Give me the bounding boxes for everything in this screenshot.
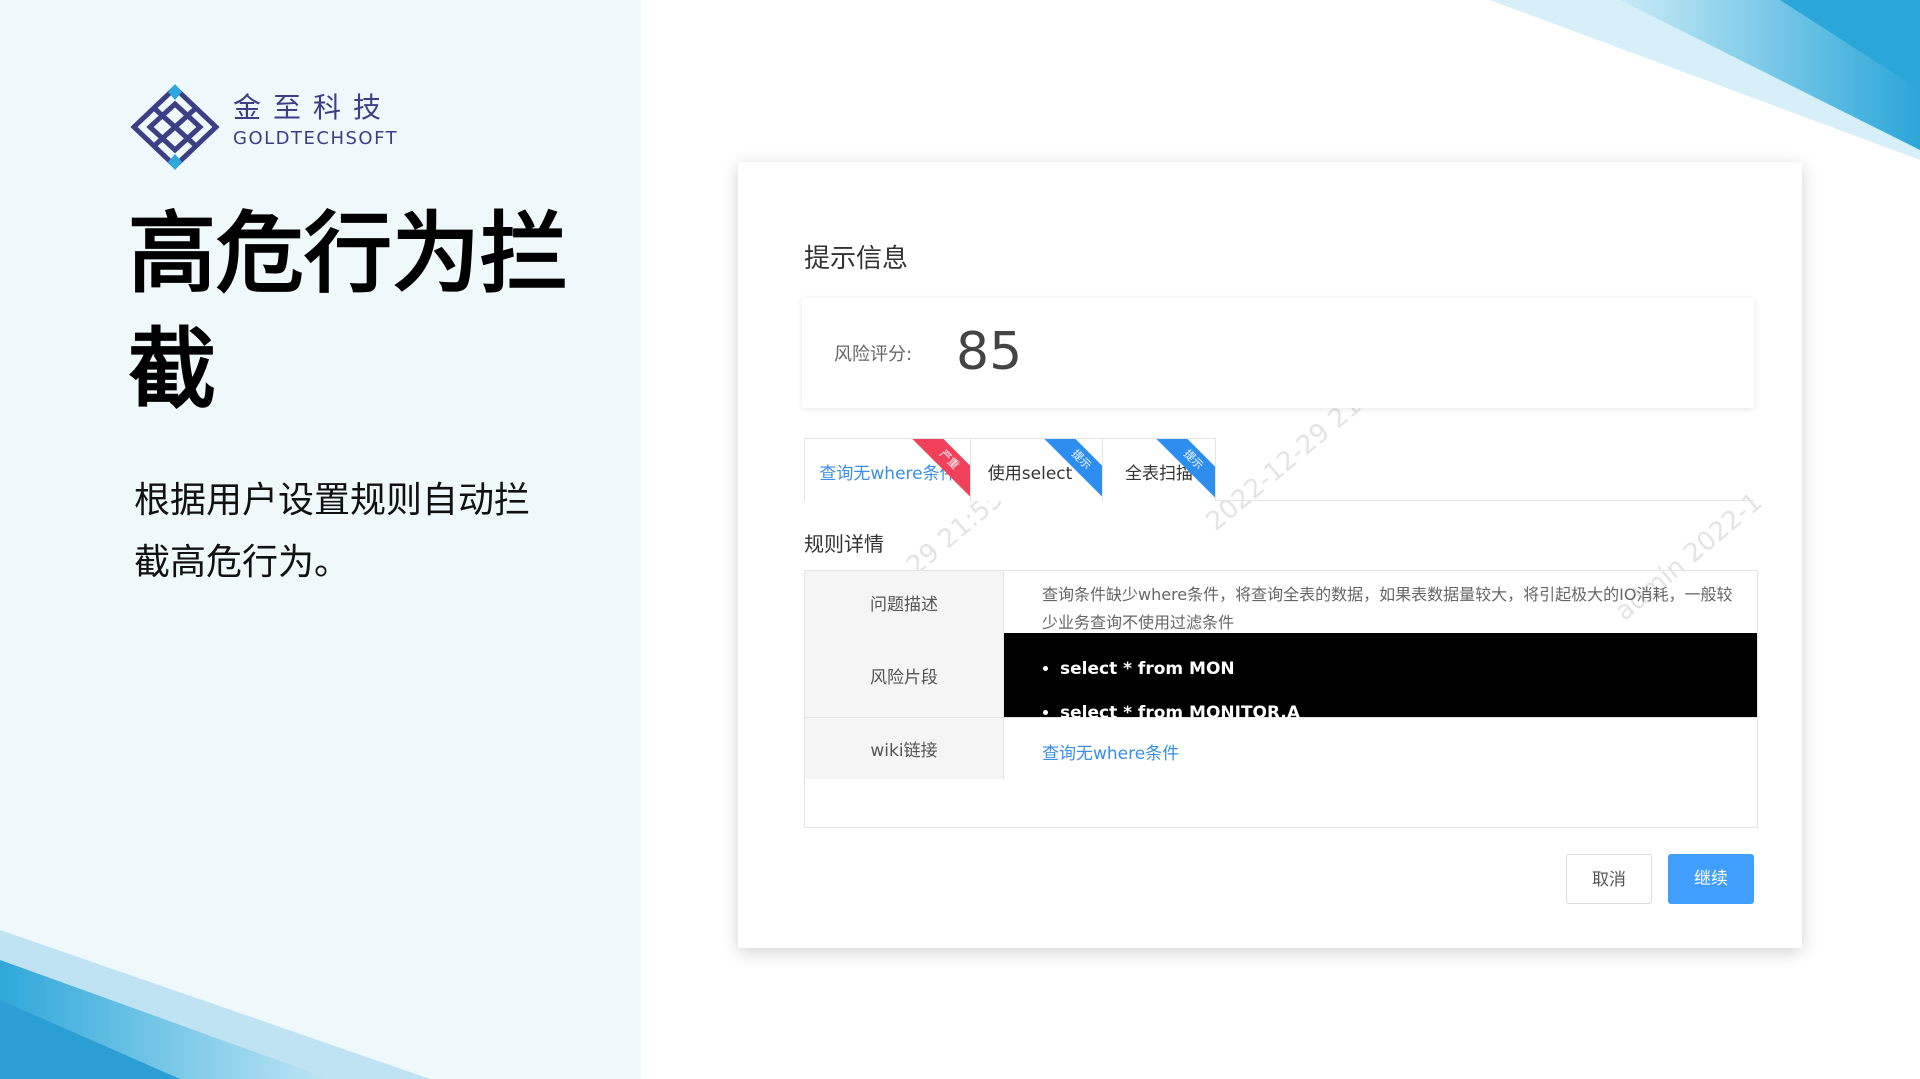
continue-button[interactable]: 继续 xyxy=(1668,854,1754,904)
row-header: 风险片段 xyxy=(805,633,1004,717)
tab-select-star[interactable]: 使用select * 提示 xyxy=(970,438,1104,501)
rule-details-table: 问题描述 查询条件缺少where条件，将查询全表的数据，如果表数据量较大，将引起… xyxy=(804,570,1758,828)
row-header: wiki链接 xyxy=(805,718,1004,779)
slide-description: 根据用户设置规则自动拦截高危行为。 xyxy=(134,480,531,583)
risk-score-card: 风险评分: 85 xyxy=(802,298,1754,408)
dialog-title: 提示信息 xyxy=(804,244,909,274)
rule-details-title: 规则详情 xyxy=(804,532,884,556)
risk-score-label: 风险评分: xyxy=(834,344,913,365)
diamond-lattice-logo-icon xyxy=(130,84,220,170)
wiki-cell: 查询无where条件 xyxy=(1004,718,1757,779)
row-header: 问题描述 xyxy=(805,571,1004,633)
brand-name-en: GOLDTECHSOFT xyxy=(233,128,399,149)
table-row: 问题描述 查询条件缺少where条件，将查询全表的数据，如果表数据量较大，将引起… xyxy=(805,571,1757,634)
left-panel: 金至科技 GOLDTECHSOFT 高危行为拦截 根据用户设置规则自动拦截高危行… xyxy=(0,0,641,1079)
rule-tabs: 查询无where条件 严重 使用select * 提示 全表扫描 提示 xyxy=(804,438,1754,502)
tab-no-where[interactable]: 查询无where条件 严重 xyxy=(804,438,972,502)
wiki-link[interactable]: 查询无where条件 xyxy=(1042,740,1179,768)
tab-full-table-scan[interactable]: 全表扫描 提示 xyxy=(1102,438,1216,501)
top-right-decoration xyxy=(1490,0,1920,160)
problem-description: 查询条件缺少where条件，将查询全表的数据，如果表数据量较大，将引起极大的IO… xyxy=(1042,585,1733,632)
slide-headline: 高危行为拦截 xyxy=(128,202,569,421)
table-row: wiki链接 查询无where条件 xyxy=(805,718,1757,779)
brand-name-cn: 金至科技 xyxy=(233,91,394,124)
risk-prompt-dialog: 2022-12-29 21:55:37 2022-12-29 21:55:37 … xyxy=(738,162,1802,948)
table-row: 风险片段 select * from MON select * from MON… xyxy=(805,633,1757,723)
risk-score-value: 85 xyxy=(956,322,1023,382)
risk-fragment-code: select * from MON select * from MONITOR.… xyxy=(1004,633,1757,723)
cancel-button[interactable]: 取消 xyxy=(1566,854,1652,904)
sql-fragment: select * from MON xyxy=(1060,647,1757,691)
